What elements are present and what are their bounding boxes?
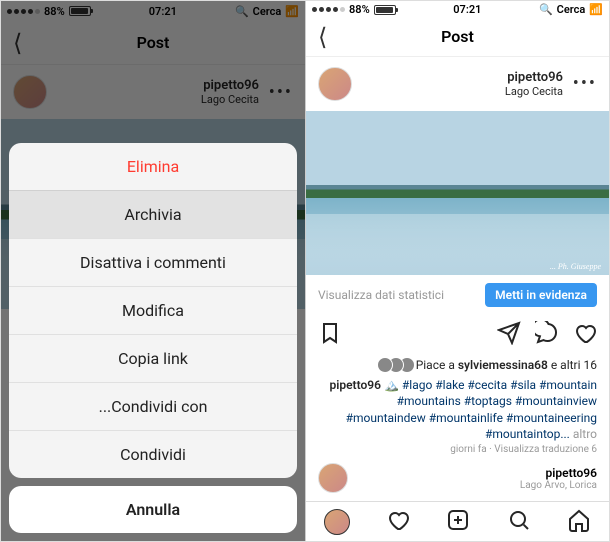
watermark: Ph. Giuseppe ... (550, 262, 601, 271)
stats-row: Metti in evidenza Visualizza dati statis… (306, 275, 609, 315)
bottom-nav (306, 501, 609, 541)
post-username[interactable]: pipetto96 (362, 70, 563, 85)
comment-avatar[interactable] (318, 463, 348, 493)
post-image[interactable]: Ph. Giuseppe ... (306, 111, 609, 276)
more-dots-icon[interactable]: ••• (573, 73, 597, 94)
nav-profile-icon[interactable] (324, 509, 350, 535)
avatar[interactable] (318, 67, 352, 101)
sheet-cancel[interactable]: Annulla (9, 486, 297, 533)
timestamp-row: 6 giorni fa · Visualizza traduzione (306, 444, 609, 455)
status-time: 07:21 (453, 3, 481, 16)
share-icon[interactable] (497, 321, 521, 349)
highlight-button[interactable]: Metti in evidenza (485, 283, 597, 307)
battery-text: 88% (349, 3, 370, 16)
sheet-share[interactable]: Condividi (9, 430, 297, 478)
post-header: ••• pipetto96 Lago Cecita (306, 57, 609, 111)
caption[interactable]: pipetto96 🏔️ #lago #lake #cecita #sila #… (306, 375, 609, 444)
nav-home-icon[interactable] (567, 508, 591, 536)
sheet-share-with[interactable]: Condividi con... (9, 382, 297, 430)
view-stats-link[interactable]: Visualizza dati statistici (318, 288, 444, 302)
bookmark-icon[interactable] (318, 321, 342, 349)
translate-link[interactable]: Visualizza traduzione (494, 444, 589, 455)
nav-search-icon[interactable] (507, 508, 531, 536)
likes-row[interactable]: Piace a sylviemessina68 e altri 16 (306, 355, 609, 375)
comment-sub: Lago Arvo, Lorica (356, 480, 597, 491)
status-bar: 88% 07:21 🔍 Cerca 📶 (306, 1, 609, 18)
screen-left: 88% 07:21 🔍 Cerca 📶 ⟨ Post ••• pipetto96… (1, 1, 305, 541)
header-title: Post (342, 27, 573, 46)
search-glyph: 🔍 (539, 3, 553, 16)
likes-text: Piace a sylviemessina68 e altri 16 (416, 358, 597, 372)
header: ⟨ Post (306, 18, 609, 56)
post-location[interactable]: Lago Cecita (362, 85, 563, 98)
comment-icon[interactable] (535, 321, 559, 349)
like-avatars (377, 357, 410, 373)
status-search: Cerca (557, 3, 586, 16)
sheet-copy-link[interactable]: Copia link (9, 334, 297, 382)
nav-add-icon[interactable] (446, 508, 470, 536)
like-icon[interactable] (573, 321, 597, 349)
screen-right: 88% 07:21 🔍 Cerca 📶 ⟨ Post ••• pipetto96… (305, 1, 609, 541)
action-sheet: Elimina Archivia Disattiva i commenti Mo… (9, 143, 297, 533)
action-row (306, 315, 609, 355)
sheet-archive[interactable]: Archivia (9, 190, 297, 238)
battery-icon (374, 5, 396, 15)
back-arrow-icon[interactable]: ⟨ (318, 23, 342, 51)
sheet-disable-comments[interactable]: Disattiva i commenti (9, 238, 297, 286)
wifi-icon: 📶 (589, 3, 603, 16)
sheet-edit[interactable]: Modifica (9, 286, 297, 334)
nav-activity-icon[interactable] (386, 508, 410, 536)
sheet-delete[interactable]: Elimina (9, 143, 297, 190)
comment-username: pipetto96 (356, 466, 597, 480)
comment-row[interactable]: pipetto96 Lago Arvo, Lorica (306, 455, 609, 501)
